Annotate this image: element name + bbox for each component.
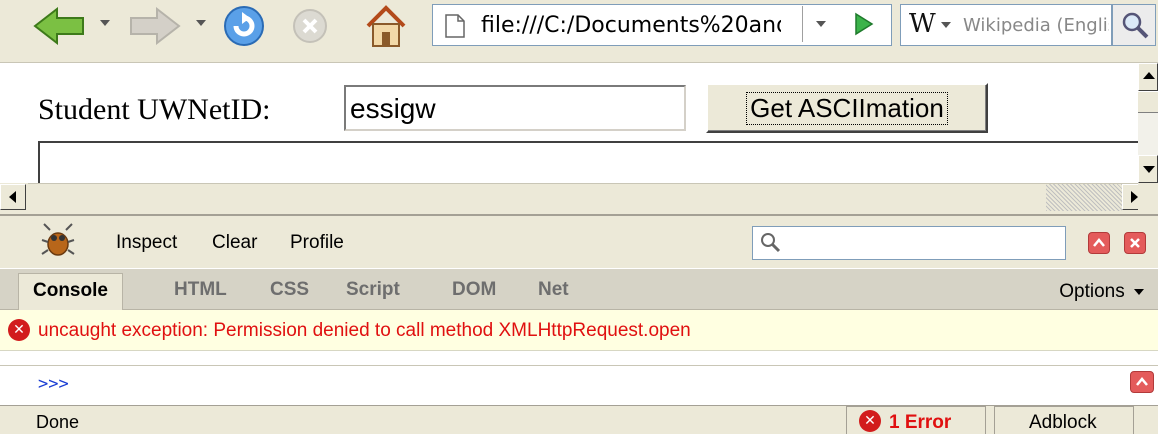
- search-placeholder: Wikipedia (English): [963, 15, 1109, 36]
- tab-dom[interactable]: DOM: [452, 279, 496, 301]
- navigation-toolbar: file:///C:/Documents%20and%20 W Wikipedi…: [0, 0, 1158, 63]
- vertical-scrollbar[interactable]: [1138, 63, 1158, 183]
- error-icon: ✕: [859, 410, 881, 432]
- uwnetid-label: Student UWNetID:: [38, 93, 271, 126]
- console-error-row[interactable]: ✕ uncaught exception: Permission denied …: [0, 310, 1158, 351]
- go-button[interactable]: [840, 6, 886, 42]
- horizontal-scrollbar[interactable]: [0, 183, 1144, 212]
- back-history-dropdown[interactable]: [100, 20, 110, 26]
- wikipedia-icon[interactable]: W: [909, 9, 936, 39]
- chevron-down-icon: [816, 21, 826, 27]
- scroll-down-button[interactable]: [1138, 155, 1158, 183]
- search-box[interactable]: W Wikipedia (English): [900, 4, 1112, 46]
- error-icon: ✕: [8, 319, 30, 341]
- magnifier-icon: [761, 233, 781, 253]
- forward-history-dropdown[interactable]: [196, 20, 206, 26]
- search-engine-dropdown[interactable]: [941, 22, 951, 28]
- page-icon: [445, 14, 465, 38]
- arrow-left-icon: [9, 191, 16, 203]
- magnifier-icon: [1122, 12, 1149, 39]
- url-history-dropdown[interactable]: [802, 6, 839, 42]
- url-text: file:///C:/Documents%20and%20: [481, 13, 781, 38]
- error-message[interactable]: uncaught exception: Permission denied to…: [38, 320, 691, 342]
- adblock-button[interactable]: Adblock: [994, 406, 1134, 434]
- stop-icon: [293, 9, 327, 43]
- firebug-tabs: Console HTML CSS Script DOM Net Options: [0, 268, 1158, 311]
- forward-button[interactable]: [124, 4, 184, 48]
- arrow-down-icon: [1143, 166, 1155, 173]
- profile-button[interactable]: Profile: [290, 232, 344, 254]
- scroll-track[interactable]: [1046, 184, 1122, 211]
- tab-net[interactable]: Net: [538, 279, 569, 301]
- page-content: Student UWNetID: essigw Get ASCIImation: [0, 63, 1138, 191]
- home-icon: [366, 5, 406, 47]
- tab-script[interactable]: Script: [346, 279, 400, 301]
- firebug-toolbar: Inspect Clear Profile: [0, 214, 1158, 268]
- status-bar: Done ✕ 1 Error Adblock: [0, 405, 1158, 434]
- close-icon: [1130, 238, 1140, 248]
- search-button[interactable]: [1112, 4, 1156, 46]
- firebug-icon[interactable]: [40, 222, 76, 258]
- scroll-left-button[interactable]: [0, 184, 26, 210]
- error-count-label: 1 Error: [889, 412, 952, 433]
- expand-command-line-button[interactable]: [1130, 371, 1154, 393]
- chevron-up-icon: [1093, 238, 1105, 247]
- reload-button[interactable]: [220, 2, 268, 50]
- scrollbar-corner: [1138, 183, 1158, 211]
- scroll-up-button[interactable]: [1138, 63, 1158, 91]
- home-button[interactable]: [362, 2, 410, 50]
- tab-css[interactable]: CSS: [270, 279, 309, 301]
- firebug-close-button[interactable]: [1124, 232, 1146, 254]
- chevron-down-icon: [1134, 288, 1144, 295]
- go-arrow-icon: [855, 12, 874, 36]
- arrow-right-icon: [1131, 191, 1138, 203]
- get-asciimation-button[interactable]: Get ASCIImation: [706, 83, 988, 133]
- command-prompt: >>>: [38, 374, 69, 394]
- chevron-up-icon: [1136, 377, 1148, 386]
- get-asciimation-label: Get ASCIImation: [746, 91, 948, 125]
- tab-console[interactable]: Console: [18, 273, 123, 311]
- options-label: Options: [1059, 281, 1125, 302]
- back-button[interactable]: [30, 4, 90, 48]
- forward-arrow-icon: [130, 7, 181, 45]
- command-line[interactable]: >>>: [0, 365, 1158, 406]
- status-text: Done: [36, 412, 80, 432]
- options-menu[interactable]: Options: [1059, 281, 1144, 303]
- arrow-up-icon: [1143, 72, 1155, 79]
- inspect-button[interactable]: Inspect: [116, 232, 177, 254]
- tab-html[interactable]: HTML: [174, 279, 227, 301]
- firebug-detach-button[interactable]: [1088, 232, 1110, 254]
- firebug-search-input[interactable]: [752, 226, 1066, 260]
- clear-button[interactable]: Clear: [212, 232, 257, 254]
- stop-button[interactable]: [290, 6, 330, 46]
- error-count-indicator[interactable]: ✕ 1 Error: [846, 406, 986, 434]
- reload-icon: [224, 6, 264, 46]
- uwnetid-input[interactable]: essigw: [344, 85, 686, 131]
- vertical-scroll-thumb[interactable]: [1138, 91, 1158, 113]
- back-arrow-icon: [33, 7, 84, 45]
- adblock-label: Adblock: [1029, 412, 1097, 433]
- console-output: [0, 351, 1158, 365]
